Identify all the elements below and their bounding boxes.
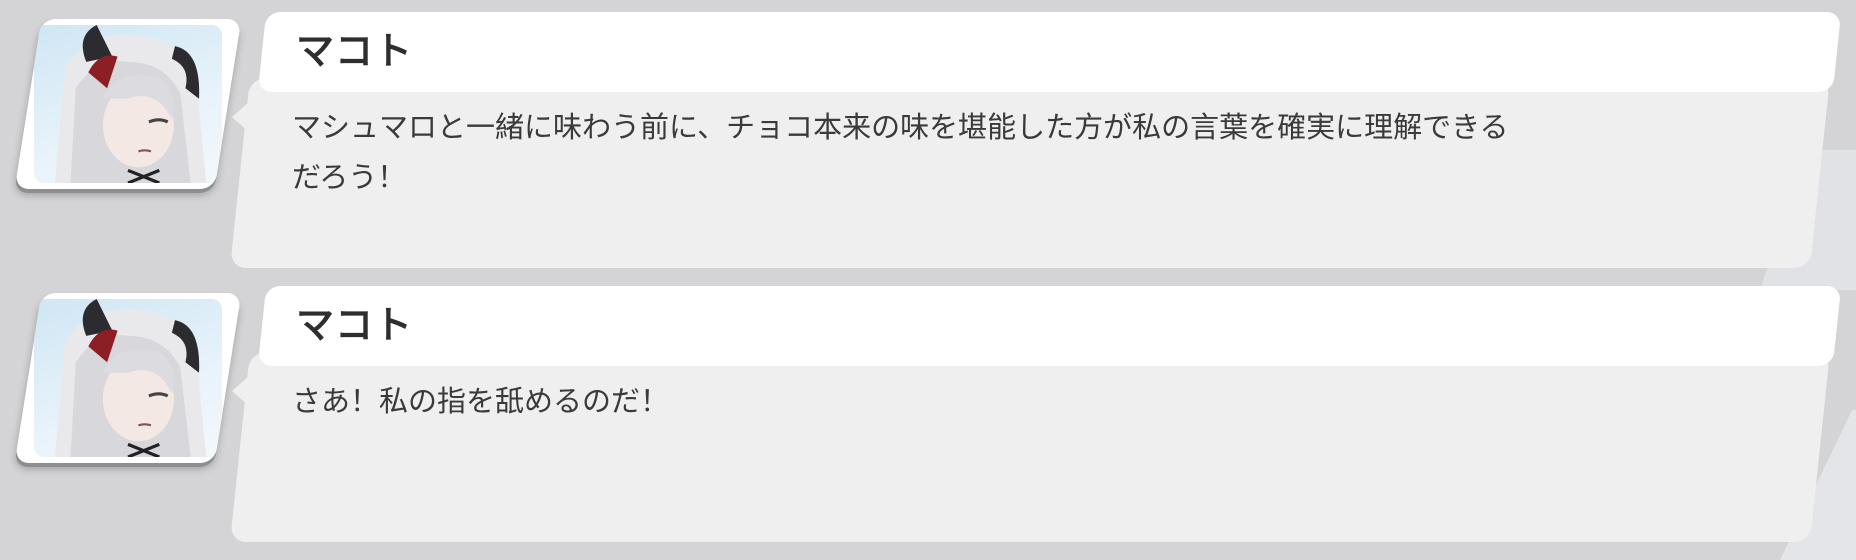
- message-text: さあ！私の指を舐めるのだ！: [292, 384, 670, 418]
- speaker-name-tab: [257, 286, 1842, 366]
- message-text: マシュマロと一緒に味わう前に、チョコ本来の味を堪能した方が私の言葉を確実に理解で…: [292, 110, 1509, 194]
- message-item: マコト マシュマロと一緒に味わう前に、チョコ本来の味を堪能した方が私の言葉を確実…: [0, 6, 1856, 268]
- speaker-name: マコト: [296, 29, 414, 73]
- character-portrait-icon: [54, 299, 207, 457]
- avatar[interactable]: [14, 293, 242, 463]
- speaker-name: マコト: [296, 303, 414, 347]
- message-item: マコト さあ！私の指を舐めるのだ！: [0, 280, 1856, 542]
- character-portrait-icon: [54, 25, 207, 183]
- speaker-name-tab: [257, 12, 1842, 92]
- avatar[interactable]: [14, 19, 242, 189]
